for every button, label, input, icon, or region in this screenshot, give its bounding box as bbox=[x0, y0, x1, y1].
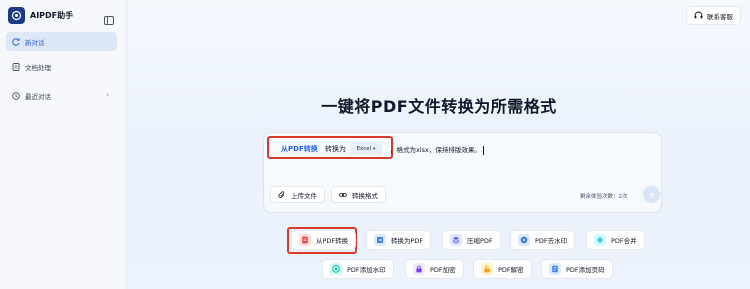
tool-from-pdf[interactable]: 从PDF转换 bbox=[291, 230, 357, 250]
tool-add-page-number[interactable]: PDF添加页码 bbox=[541, 259, 613, 279]
tool-add-watermark[interactable]: PDF添加水印 bbox=[322, 259, 394, 279]
chevron-down-icon: ▾ bbox=[373, 146, 376, 152]
merge-icon bbox=[594, 234, 606, 246]
arrow-up-icon bbox=[648, 185, 656, 204]
tool-label: PDF加密 bbox=[430, 266, 456, 274]
document-icon bbox=[12, 62, 20, 71]
tool-label: PDF解密 bbox=[498, 266, 524, 274]
tool-label: PDF去水印 bbox=[535, 237, 568, 245]
prompt-text: ，格式为xlsx，保持排版效果。 bbox=[390, 146, 481, 154]
sidebar-toggle-icon[interactable] bbox=[104, 10, 114, 25]
tool-decrypt-pdf[interactable]: PDF解密 bbox=[473, 259, 532, 279]
tool-label: 从PDF转换 bbox=[316, 237, 349, 245]
sidebar-item-label: 最近对话 bbox=[25, 92, 51, 101]
main-area: 联系客服 一键将PDF文件转换为所需格式 从PDF转换 转换为 Excel ▾ … bbox=[128, 0, 750, 289]
support-label: 联系客服 bbox=[707, 12, 733, 21]
remaining-count: 剩余体验次数：2次 bbox=[580, 194, 628, 200]
app-name: AIPDF助手 bbox=[30, 10, 74, 20]
upload-file-label: 上传文件 bbox=[291, 191, 317, 200]
prompt-composer[interactable]: 从PDF转换 转换为 Excel ▾ ，格式为xlsx，保持排版效果。 上传文件… bbox=[263, 132, 662, 213]
support-button[interactable]: 联系客服 bbox=[686, 6, 741, 25]
remove-watermark-icon bbox=[518, 234, 530, 246]
tool-label: 转换为PDF bbox=[391, 237, 424, 245]
tool-merge-pdf[interactable]: PDF合并 bbox=[586, 230, 645, 250]
send-button[interactable] bbox=[643, 186, 660, 203]
page-title: 一键将PDF文件转换为所需格式 bbox=[321, 97, 557, 116]
tool-label: 压缩PDF bbox=[467, 237, 493, 245]
app-logo-icon bbox=[8, 6, 25, 24]
sidebar-item-label: 新对话 bbox=[25, 38, 45, 47]
format-select[interactable]: Excel ▾ bbox=[350, 143, 382, 155]
tool-remove-watermark[interactable]: PDF去水印 bbox=[510, 230, 576, 250]
unlock-icon bbox=[481, 263, 493, 275]
page-number-icon bbox=[549, 263, 561, 275]
upload-file-button[interactable]: 上传文件 bbox=[270, 186, 325, 203]
tool-compress-pdf[interactable]: 压缩PDF bbox=[442, 230, 501, 250]
tool-label: PDF合并 bbox=[611, 237, 637, 245]
sidebar-item-recent[interactable]: 最近对话 › bbox=[6, 86, 117, 105]
tool-encrypt-pdf[interactable]: PDF加密 bbox=[405, 259, 464, 279]
pdf-convert-icon bbox=[299, 234, 311, 246]
link-icon bbox=[339, 191, 347, 199]
brand: AIPDF助手 bbox=[8, 6, 73, 24]
convert-to-label: 转换为 bbox=[325, 145, 346, 153]
chevron-right-icon: › bbox=[106, 91, 109, 99]
convert-format-label: 转换格式 bbox=[352, 191, 378, 200]
to-pdf-icon bbox=[374, 234, 386, 246]
lock-icon bbox=[413, 263, 425, 275]
sidebar-item-new-chat[interactable]: 新对话 bbox=[6, 32, 117, 51]
tool-to-pdf[interactable]: 转换为PDF bbox=[366, 230, 432, 250]
sidebar-item-document[interactable]: 文档处理 bbox=[6, 57, 117, 76]
sidebar-item-label: 文档处理 bbox=[25, 63, 51, 72]
compress-icon bbox=[450, 234, 462, 246]
tool-label: PDF添加页码 bbox=[566, 266, 605, 274]
format-value: Excel bbox=[356, 146, 372, 152]
tool-label: PDF添加水印 bbox=[347, 266, 386, 274]
paperclip-icon bbox=[278, 190, 286, 199]
convert-format-button[interactable]: 转换格式 bbox=[331, 186, 386, 203]
headset-icon bbox=[694, 11, 703, 20]
from-pdf-tag[interactable]: 从PDF转换 bbox=[281, 144, 318, 154]
add-watermark-icon bbox=[330, 263, 342, 275]
text-caret bbox=[482, 145, 484, 155]
prompt-input[interactable]: ，格式为xlsx，保持排版效果。 bbox=[390, 144, 484, 155]
new-chat-icon bbox=[12, 37, 20, 46]
clock-icon bbox=[12, 91, 20, 100]
sidebar: AIPDF助手 新对话 文档处理 最近对话 › bbox=[0, 0, 127, 289]
